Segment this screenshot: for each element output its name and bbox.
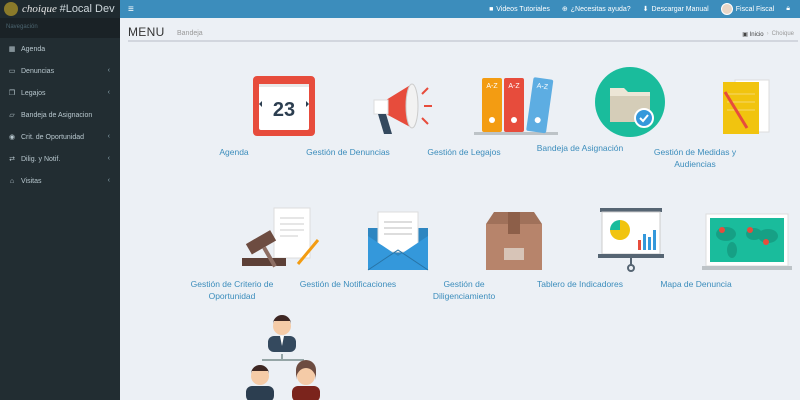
descargar-manual-link[interactable]: ⬇ Descargar Manual xyxy=(642,5,709,14)
folder-icon: ▱ xyxy=(9,112,15,119)
tile-label: Gestión de Notificaciones xyxy=(299,279,397,289)
menu-toggle-icon[interactable]: ≡ xyxy=(128,4,134,15)
bank-icon: ⌂ xyxy=(9,177,15,185)
copy-icon: ❐ xyxy=(8,90,16,97)
sidebar-item-label: Bandeja de Asignacion xyxy=(21,111,93,119)
user-name: Fiscal Fiscal xyxy=(735,5,775,13)
tile-diligenciamiento[interactable]: Gestión de Diligenciamiento xyxy=(414,206,542,302)
svg-text:A-Z: A-Z xyxy=(486,83,498,90)
eye-icon: ◉ xyxy=(8,134,16,141)
tile-label: Bandeja de Asignación xyxy=(536,143,624,153)
tile-agenda[interactable]: 23 Agenda xyxy=(184,74,315,158)
top-navbar: ≡ ■ Videos Tutoriales ⊕ ¿Necesitas ayuda… xyxy=(120,0,800,18)
sidebar-item-label: Denuncias xyxy=(21,67,55,75)
breadcrumb-home[interactable]: ▣ Inicio xyxy=(742,31,763,38)
sidebar-item-diligencias[interactable]: ⇄ Dilig. y Notif. ‹ xyxy=(0,148,120,170)
sidebar-item-label: Legajos xyxy=(21,89,46,97)
app: choique #Local Dev Navegación ▦ Agenda ▭… xyxy=(0,0,800,400)
tile-denuncias[interactable]: Gestión de Denuncias xyxy=(298,74,432,158)
tile-medidas-audiencias[interactable]: Gestión de Medidas y Audiencias xyxy=(645,74,770,170)
videos-tutoriales-link[interactable]: ■ Videos Tutoriales xyxy=(489,6,550,13)
calendar-icon: ▦ xyxy=(8,46,16,53)
tile-bandeja-asignacion[interactable]: Bandeja de Asignación xyxy=(530,66,665,154)
nav-header: Navegación xyxy=(0,18,120,38)
sidebar-item-visitas[interactable]: ⌂ Visitas ‹ xyxy=(0,170,120,192)
avatar xyxy=(720,3,733,15)
video-icon: ■ xyxy=(489,5,494,13)
sidebar-item-bandeja[interactable]: ▱ Bandeja de Asignacion xyxy=(0,104,120,126)
svg-text:A-Z: A-Z xyxy=(508,83,520,90)
sidebar-item-label: Agenda xyxy=(21,45,46,53)
inbox-icon: ▭ xyxy=(8,68,16,75)
brand-logo[interactable]: choique #Local Dev xyxy=(0,0,120,18)
brand-name: choique #Local Dev xyxy=(22,3,115,15)
breadcrumb-separator: › xyxy=(766,31,769,37)
link-label: Videos Tutoriales xyxy=(496,5,550,13)
tile-criterio-oportunidad[interactable]: Gestión de Criterio de Oportunidad xyxy=(182,206,320,302)
tile-label: Gestión de Medidas y Audiencias xyxy=(653,147,737,169)
content-header: MENU Bandeja ▣ Inicio › Choique xyxy=(120,18,800,42)
sidebar-item-label: Visitas xyxy=(21,177,42,185)
lock-button[interactable]: 🔒︎ xyxy=(786,5,790,13)
sidebar-item-label: Dilig. y Notif. xyxy=(21,155,61,163)
header-divider xyxy=(128,40,798,42)
dashboard-icon: ▣ xyxy=(742,32,748,38)
chevron-left-icon: ‹ xyxy=(107,67,110,74)
help-icon: ⊕ xyxy=(561,6,568,13)
tile-label: Mapa de Denuncia xyxy=(660,279,732,289)
user-menu[interactable]: Fiscal Fiscal xyxy=(720,3,775,15)
sidebar-item-label: Crit. de Oportunidad xyxy=(21,133,85,141)
lock-icon: 🔒︎ xyxy=(786,5,790,12)
tile-label: Tablero de Indicadores xyxy=(536,279,623,289)
tile-notificaciones[interactable]: Gestión de Notificaciones xyxy=(298,206,429,290)
tile-users[interactable] xyxy=(182,314,320,400)
chevron-left-icon: ‹ xyxy=(107,177,110,184)
calendar-day: 23 xyxy=(273,99,295,121)
exchange-icon: ⇄ xyxy=(9,156,15,163)
page-subtitle: Bandeja xyxy=(177,30,203,37)
sidebar-item-agenda[interactable]: ▦ Agenda xyxy=(0,38,120,60)
tile-legajos[interactable]: A-Z A-Z A-Z Gestión de Legajos xyxy=(414,74,558,158)
breadcrumb-current: Choique xyxy=(771,31,794,37)
tile-label: Gestión de Criterio de Oportunidad xyxy=(190,279,274,301)
link-label: ¿Necesitas ayuda? xyxy=(570,5,631,13)
logo-icon xyxy=(4,2,18,16)
tile-label: Agenda xyxy=(219,147,249,157)
chevron-left-icon: ‹ xyxy=(107,89,110,96)
sidebar: choique #Local Dev Navegación ▦ Agenda ▭… xyxy=(0,0,120,400)
tile-tablero-indicadores[interactable]: Tablero de Indicadores xyxy=(530,206,664,290)
notes-icon xyxy=(723,79,770,134)
download-icon: ⬇ xyxy=(642,6,649,13)
sidebar-item-denuncias[interactable]: ▭ Denuncias ‹ xyxy=(0,60,120,82)
top-links: ■ Videos Tutoriales ⊕ ¿Necesitas ayuda? … xyxy=(489,0,800,18)
chevron-left-icon: ‹ xyxy=(107,133,110,140)
link-label: Descargar Manual xyxy=(651,5,709,13)
breadcrumb: ▣ Inicio › Choique xyxy=(742,31,794,38)
tile-label: Gestión de Denuncias xyxy=(306,147,390,157)
tile-label: Gestión de Legajos xyxy=(427,147,501,157)
sidebar-item-criterio[interactable]: ◉ Crit. de Oportunidad ‹ xyxy=(0,126,120,148)
world-map-icon xyxy=(702,213,792,270)
sidebar-item-legajos[interactable]: ❐ Legajos ‹ xyxy=(0,82,120,104)
tile-mapa-denuncia[interactable]: Mapa de Denuncia xyxy=(646,206,792,290)
chevron-left-icon: ‹ xyxy=(107,155,110,162)
tile-label: Gestión de Diligenciamiento xyxy=(432,279,496,301)
ayuda-link[interactable]: ⊕ ¿Necesitas ayuda? xyxy=(561,5,631,14)
page-title: MENU xyxy=(128,25,165,39)
org-users-icon xyxy=(246,315,320,400)
